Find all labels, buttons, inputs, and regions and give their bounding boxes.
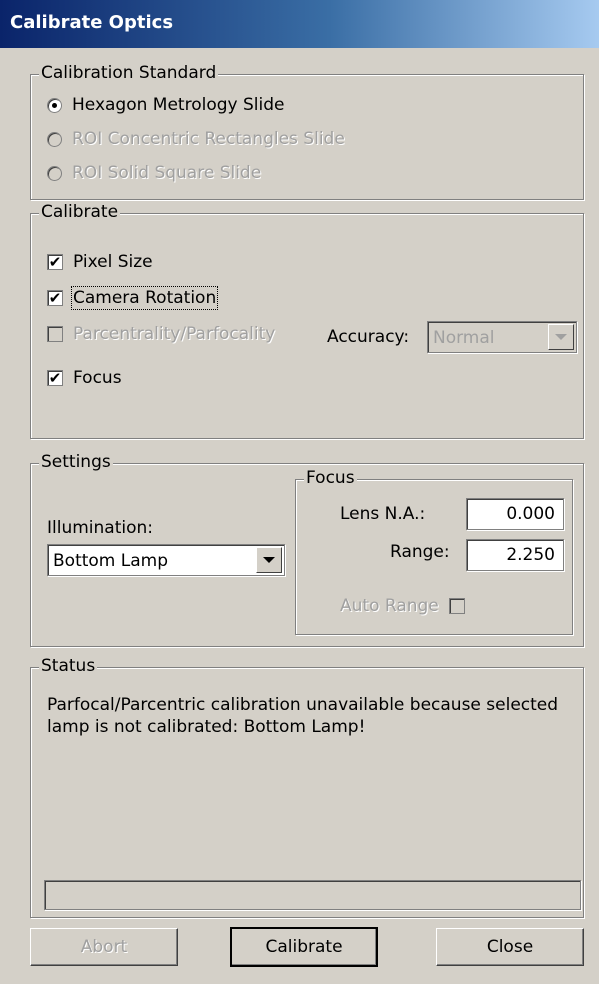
range-label: Range: — [390, 542, 450, 562]
checkbox-camera-rotation[interactable]: ✔ Camera Rotation — [47, 286, 219, 310]
checkbox-indicator: ✔ — [47, 289, 63, 307]
illumination-select[interactable]: Bottom Lamp — [47, 544, 285, 576]
radio-roi-concentric-rectangles-slide[interactable]: ROI Concentric Rectangles Slide — [47, 129, 345, 149]
range-input[interactable]: 2.250 — [466, 539, 564, 571]
accuracy-label: Accuracy: — [327, 327, 410, 347]
calibrate-button[interactable]: Calibrate — [230, 927, 378, 967]
title-bar[interactable]: Calibrate Optics — [0, 0, 599, 48]
dropdown-button[interactable] — [548, 324, 574, 350]
lens-na-input[interactable]: 0.000 — [466, 498, 564, 530]
calibrate-legend: Calibrate — [39, 202, 121, 222]
checkbox-pixel-size[interactable]: ✔ Pixel Size — [47, 252, 153, 272]
chevron-down-icon — [555, 334, 567, 340]
checkbox-indicator: ✔ — [47, 369, 63, 387]
focus-legend: Focus — [304, 468, 357, 488]
radio-label: ROI Solid Square Slide — [72, 163, 262, 183]
checkbox-indicator — [448, 598, 465, 614]
focus-group: Focus Lens N.A.: 0.000 Range: 2.250 Auto… — [295, 468, 573, 635]
radio-label: ROI Concentric Rectangles Slide — [72, 129, 345, 149]
checkbox-label: Auto Range — [340, 596, 439, 616]
checkbox-label: Focus — [73, 368, 122, 388]
calibrate-group: Calibrate ✔ Pixel Size ✔ Camera Rotation… — [30, 202, 584, 439]
close-button[interactable]: Close — [436, 928, 584, 966]
radio-hexagon-metrology-slide[interactable]: Hexagon Metrology Slide — [47, 95, 284, 115]
settings-legend: Settings — [39, 452, 113, 472]
checkbox-label: Parcentrality/Parfocality — [73, 324, 276, 344]
checkbox-focus[interactable]: ✔ Focus — [47, 368, 122, 388]
checkbox-label: Pixel Size — [73, 252, 153, 272]
status-legend: Status — [39, 656, 98, 676]
window-title: Calibrate Optics — [10, 12, 174, 33]
illumination-value: Bottom Lamp — [53, 551, 168, 571]
lens-na-label: Lens N.A.: — [340, 504, 426, 524]
calibration-standard-legend: Calibration Standard — [39, 63, 219, 83]
radio-label: Hexagon Metrology Slide — [72, 95, 285, 115]
status-message: Parfocal/Parcentric calibration unavaila… — [47, 695, 559, 737]
calibration-standard-group: Calibration Standard Hexagon Metrology S… — [30, 63, 584, 200]
radio-indicator — [47, 97, 62, 113]
settings-group: Settings Illumination: Bottom Lamp Focus… — [30, 452, 584, 647]
dropdown-button[interactable] — [256, 547, 282, 573]
checkbox-auto-range[interactable]: Auto Range — [340, 596, 465, 616]
calibrate-optics-dialog: Calibrate Optics Calibration Standard He… — [0, 0, 602, 984]
illumination-label: Illumination: — [47, 518, 154, 538]
checkbox-parcentrality-parfocality[interactable]: Parcentrality/Parfocality — [47, 324, 275, 344]
checkbox-label: Camera Rotation — [70, 286, 219, 310]
accuracy-value: Normal — [433, 328, 495, 348]
radio-roi-solid-square-slide[interactable]: ROI Solid Square Slide — [47, 163, 261, 183]
chevron-down-icon — [263, 557, 275, 563]
checkbox-indicator — [47, 326, 63, 342]
checkbox-indicator: ✔ — [47, 253, 63, 271]
progress-bar — [44, 880, 581, 910]
accuracy-select[interactable]: Normal — [427, 321, 577, 353]
abort-button[interactable]: Abort — [30, 928, 178, 966]
radio-indicator — [47, 165, 62, 181]
radio-indicator — [47, 131, 62, 147]
